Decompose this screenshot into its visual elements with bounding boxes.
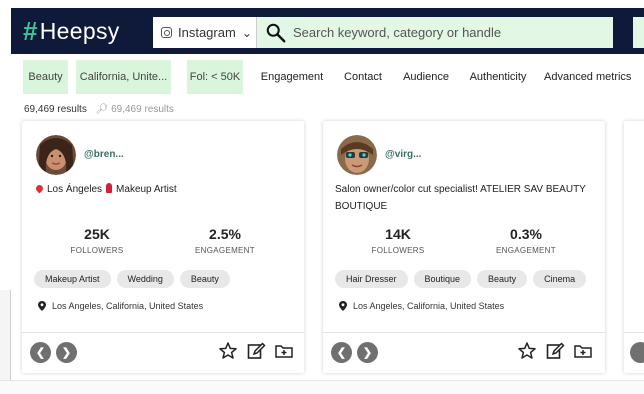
- location-icon: [38, 301, 46, 311]
- filter-authenticity[interactable]: Authenticity: [465, 60, 531, 94]
- top-navigation-bar: # Heepsy Instagram ⌄ Search keyword, cat…: [11, 8, 644, 54]
- influencer-handle[interactable]: @bren...: [84, 149, 124, 160]
- followers-label: FOLLOWERS: [70, 246, 124, 255]
- influencer-location: Los Angeles, California, United States: [38, 301, 203, 311]
- chevron-right-icon[interactable]: ❯: [357, 342, 378, 363]
- category-tags: Hair Dresser Boutique Beauty Cinema: [335, 270, 587, 288]
- filter-label: Contact: [344, 71, 382, 83]
- chevron-left-icon[interactable]: ❮: [30, 342, 51, 363]
- filter-advanced-metrics[interactable]: Advanced metrics: [544, 60, 644, 94]
- page-bottom-strip: [0, 380, 644, 394]
- filter-bar: Beauty California, Unite... Fol: < 50K E…: [11, 56, 644, 98]
- filter-contact[interactable]: Contact: [339, 60, 387, 94]
- edit-icon[interactable]: [545, 341, 565, 361]
- location-text: Los Angeles, California, United States: [353, 301, 505, 311]
- folder-plus-icon[interactable]: [274, 341, 294, 361]
- card-divider: [22, 332, 304, 333]
- influencer-handle[interactable]: @virg...: [385, 149, 421, 160]
- search-icon: [266, 23, 286, 42]
- location-pin-icon: [34, 183, 45, 194]
- category-tag[interactable]: Beauty: [477, 270, 528, 288]
- category-tag[interactable]: Makeup Artist: [34, 270, 111, 288]
- chevron-right-icon[interactable]: ❯: [56, 342, 77, 363]
- results-count-muted: 🔎︎ 69,469 results: [95, 104, 174, 115]
- instagram-icon: [161, 27, 172, 38]
- category-tag[interactable]: Cinema: [533, 270, 587, 288]
- platform-select[interactable]: Instagram ⌄: [153, 17, 257, 48]
- results-count: 69,469 results 🔎︎ 69,469 results: [24, 104, 174, 115]
- followers-value: 14K: [385, 226, 411, 242]
- followers-stat: 25K FOLLOWERS: [42, 226, 152, 255]
- influencer-card[interactable]: @bren... Los Ángeles Makeup Artist 25K FO…: [22, 121, 304, 373]
- bio-text-extra: Makeup Artist: [116, 184, 177, 195]
- filter-location[interactable]: California, Unite...: [76, 60, 171, 94]
- engagement-value: 0.3%: [510, 226, 542, 242]
- filter-category[interactable]: Beauty: [23, 60, 68, 94]
- category-tags: Makeup Artist Wedding Beauty: [34, 270, 230, 288]
- filter-engagement[interactable]: Engagement: [257, 60, 327, 94]
- filter-label: Fol: < 50K: [189, 71, 241, 83]
- filter-label: Audience: [403, 71, 449, 83]
- category-tag[interactable]: Beauty: [179, 270, 230, 288]
- filter-label: Beauty: [28, 71, 63, 83]
- lipstick-icon: [106, 183, 113, 193]
- filter-label: Authenticity: [469, 71, 527, 83]
- location-icon: [339, 301, 347, 311]
- followers-value: 25K: [84, 226, 110, 242]
- filter-followers[interactable]: Fol: < 50K: [187, 60, 243, 94]
- filter-label: Advanced metrics: [544, 71, 632, 83]
- influencer-bio: Salon owner/color cut specialist! ATELIE…: [335, 184, 586, 212]
- bio-text: Los Ángeles: [47, 184, 103, 195]
- engagement-label: ENGAGEMENT: [496, 246, 556, 255]
- left-window-edge: [0, 290, 11, 394]
- results-count-text: 69,469 results: [24, 104, 87, 115]
- star-icon[interactable]: [517, 341, 537, 361]
- logo-text: Heepsy: [39, 17, 120, 44]
- engagement-label: ENGAGEMENT: [195, 246, 255, 255]
- search-placeholder: Search keyword, category or handle: [293, 25, 502, 40]
- followers-label: FOLLOWERS: [371, 246, 425, 255]
- influencer-card-partial[interactable]: [624, 121, 644, 373]
- search-input[interactable]: Search keyword, category or handle: [257, 17, 613, 48]
- chevron-left-icon[interactable]: ❮: [331, 342, 352, 363]
- engagement-stat: 0.3% ENGAGEMENT: [471, 226, 581, 255]
- chevron-left-icon[interactable]: [630, 342, 644, 363]
- location-text: Los Angeles, California, United States: [52, 301, 204, 311]
- search-overflow: [633, 17, 644, 48]
- engagement-value: 2.5%: [209, 226, 241, 242]
- influencer-card[interactable]: @virg... Salon owner/color cut specialis…: [323, 121, 605, 373]
- card-divider: [323, 332, 605, 333]
- followers-stat: 14K FOLLOWERS: [343, 226, 453, 255]
- influencer-bio: Los Ángeles Makeup Artist: [34, 181, 296, 198]
- folder-plus-icon[interactable]: [573, 341, 593, 361]
- category-tag[interactable]: Hair Dresser: [335, 270, 408, 288]
- avatar[interactable]: [337, 135, 377, 175]
- filter-label: California, Unite...: [79, 71, 168, 83]
- filter-label: Engagement: [260, 71, 324, 83]
- category-tag[interactable]: Boutique: [413, 270, 472, 288]
- category-tag[interactable]: Wedding: [116, 270, 174, 288]
- star-icon[interactable]: [218, 341, 238, 361]
- heepsy-logo[interactable]: # Heepsy: [23, 16, 120, 46]
- chevron-down-icon: ⌄: [241, 25, 252, 40]
- card-divider: [624, 332, 644, 333]
- influencer-location: Los Angeles, California, United States: [339, 301, 504, 311]
- filter-audience[interactable]: Audience: [399, 60, 453, 94]
- avatar[interactable]: [36, 135, 76, 175]
- engagement-stat: 2.5% ENGAGEMENT: [170, 226, 280, 255]
- results-count-muted-text: 69,469 results: [111, 104, 174, 115]
- platform-label: Instagram: [178, 25, 236, 40]
- edit-icon[interactable]: [246, 341, 266, 361]
- logo-mark: #: [23, 15, 38, 46]
